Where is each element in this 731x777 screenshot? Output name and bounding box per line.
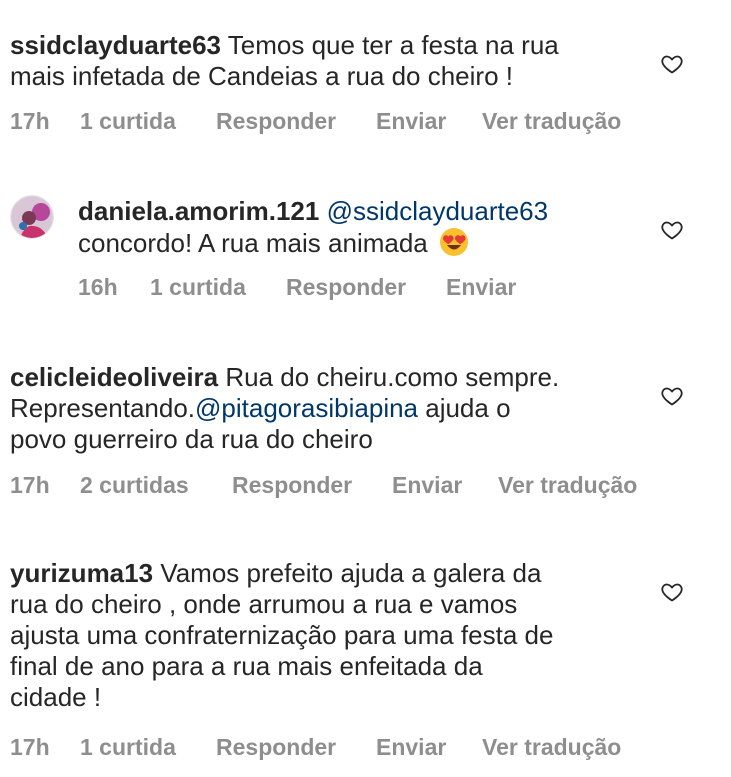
reply-button[interactable]: Responder <box>216 733 376 761</box>
mention-link[interactable]: @ssidclayduarte63 <box>327 196 549 226</box>
comment-time: 16h <box>78 274 118 300</box>
reply-button[interactable]: Responder <box>286 273 446 301</box>
send-button[interactable]: Enviar <box>392 471 498 499</box>
comment-meta: 17h 1 curtida Responder Enviar Ver tradu… <box>10 107 621 135</box>
comment-body-line2b: ajuda o <box>418 393 511 423</box>
comment-text: daniela.amorim.121 @ssidclayduarte63 con… <box>78 196 658 259</box>
comment-body-line1: Vamos prefeito ajuda a galera da <box>160 558 542 588</box>
comment-body-line1: Rua do cheiru.como sempre. <box>225 362 560 392</box>
see-translation-button[interactable]: Ver tradução <box>482 733 621 761</box>
comment-time: 17h <box>10 734 50 760</box>
comment-body-line2: concordo! A rua mais animada <box>78 228 428 258</box>
comment-body-line2: rua do cheiro , onde arrumou a rua e vam… <box>10 589 518 619</box>
comment-time: 17h <box>10 108 50 134</box>
send-button[interactable]: Enviar <box>446 273 516 301</box>
comment-username[interactable]: daniela.amorim.121 <box>78 196 319 226</box>
like-heart-icon[interactable] <box>660 384 684 408</box>
like-heart-icon[interactable] <box>660 580 684 604</box>
comment-text: celicleideoliveira Rua do cheiru.como se… <box>10 362 650 455</box>
comment-time: 17h <box>10 472 50 498</box>
comment-meta: 17h 1 curtida Responder Enviar Ver tradu… <box>10 733 621 761</box>
likes-count-link[interactable]: 2 curtidas <box>80 471 232 499</box>
see-translation-button[interactable]: Ver tradução <box>482 107 621 135</box>
comment-username[interactable]: ssidclayduarte63 <box>10 30 221 60</box>
likes-count-link[interactable]: 1 curtida <box>80 107 216 135</box>
comment-meta: 16h 1 curtida Responder Enviar <box>78 273 516 301</box>
comment-username[interactable]: yurizuma13 <box>10 558 153 588</box>
reply-button[interactable]: Responder <box>216 107 376 135</box>
likes-count-link[interactable]: 1 curtida <box>80 733 216 761</box>
reply-button[interactable]: Responder <box>232 471 392 499</box>
comment-text: ssidclayduarte63 Temos que ter a festa n… <box>10 30 650 92</box>
send-button[interactable]: Enviar <box>376 107 482 135</box>
comment-body-line3: povo guerreiro da rua do cheiro <box>10 424 373 454</box>
comment-body-line3: ajusta uma confraternização para uma fes… <box>10 620 554 650</box>
comment-text: yurizuma13 Vamos prefeito ajuda a galera… <box>10 558 650 713</box>
comment-body-line5: cidade ! <box>10 682 102 712</box>
comment-meta: 17h 2 curtidas Responder Enviar Ver trad… <box>10 471 637 499</box>
likes-count-link[interactable]: 1 curtida <box>150 273 286 301</box>
avatar[interactable] <box>10 195 54 239</box>
heart-eyes-emoji-icon <box>439 227 469 257</box>
like-heart-icon[interactable] <box>660 218 684 242</box>
comment-body-line2a: Representando. <box>10 393 196 423</box>
see-translation-button[interactable]: Ver tradução <box>498 471 637 499</box>
comment-body-line4: final de ano para a rua mais enfeitada d… <box>10 651 483 681</box>
comment-body-line2: mais infetada de Candeias a rua do cheir… <box>10 61 513 91</box>
mention-link[interactable]: @pitagorasibiapina <box>195 393 418 423</box>
send-button[interactable]: Enviar <box>376 733 482 761</box>
comment-body-line1: Temos que ter a festa na rua <box>227 30 559 60</box>
like-heart-icon[interactable] <box>660 52 684 76</box>
comment-username[interactable]: celicleideoliveira <box>10 362 218 392</box>
